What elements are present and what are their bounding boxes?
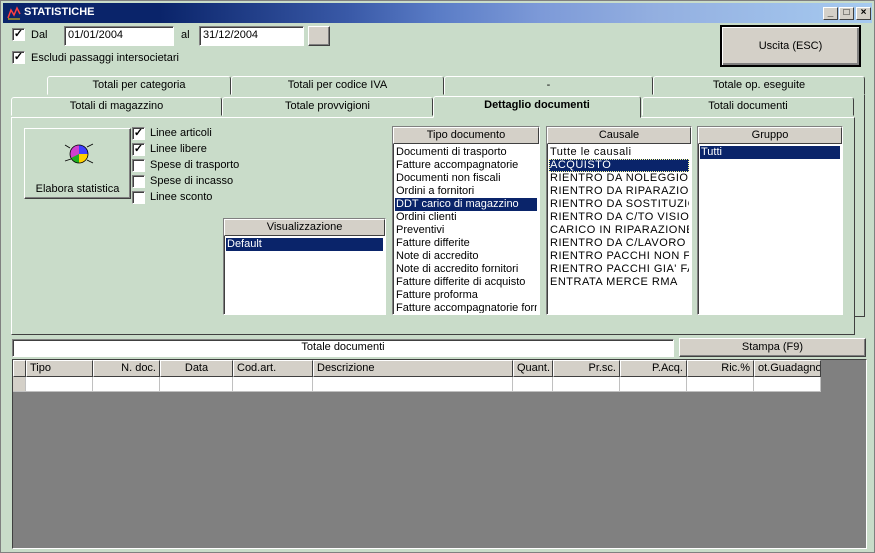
chart-app-icon xyxy=(7,6,21,20)
table-cell[interactable] xyxy=(754,377,821,392)
table-cell[interactable] xyxy=(93,377,160,392)
list-item[interactable]: RIENTRO DA C/TO VISIONE xyxy=(549,211,689,224)
list-item[interactable]: RIENTRO DA RIPARAZIONE xyxy=(549,185,689,198)
table-cell[interactable] xyxy=(313,377,513,392)
option-checkbox-spese-trasporto[interactable] xyxy=(132,159,145,172)
column-header-tipo[interactable]: Tipo xyxy=(26,360,93,377)
elabora-statistica-label: Elabora statistica xyxy=(35,183,120,195)
tab-totali-per-categoria[interactable]: Totali per categoria xyxy=(47,76,231,95)
back-tab-panel-edge xyxy=(854,95,865,317)
gruppo-header: Gruppo xyxy=(698,127,842,144)
dal-label: Dal xyxy=(31,29,48,41)
row-indicator[interactable] xyxy=(13,377,26,392)
tab-totali-di-magazzino[interactable]: Totali di magazzino xyxy=(11,97,222,116)
tab-totali-documenti[interactable]: Totali documenti xyxy=(642,97,854,116)
title-bar[interactable]: STATISTICHE _ □ × xyxy=(3,3,872,23)
pie-chart-icon xyxy=(63,139,95,170)
list-item[interactable]: Ordini clienti xyxy=(395,211,537,224)
maximize-button[interactable]: □ xyxy=(839,7,854,20)
option-checkbox-linee-articoli[interactable]: ✓ xyxy=(132,127,145,140)
column-header-quant[interactable]: Quant. xyxy=(513,360,553,377)
list-item[interactable]: ACQUISTO xyxy=(549,159,689,172)
row-indicator-header xyxy=(13,360,26,377)
column-header-data[interactable]: Data xyxy=(160,360,233,377)
dettaglio-documenti-panel: Elabora statistica ✓ Linee articoli ✓ Li… xyxy=(11,117,855,335)
causale-header: Causale xyxy=(547,127,691,144)
list-item[interactable]: Fatture accompagnatorie forni xyxy=(395,302,537,313)
list-item[interactable]: RIENTRO DA NOLEGGIO xyxy=(549,172,689,185)
column-header-p-acq[interactable]: P.Acq. xyxy=(620,360,687,377)
escludi-label: Escludi passaggi intersocietari xyxy=(31,52,179,64)
list-item[interactable]: RIENTRO PACCHI NON FAT xyxy=(549,250,689,263)
al-label: al xyxy=(181,29,190,41)
list-item[interactable]: Documenti di trasporto xyxy=(395,146,537,159)
visualizzazione-list[interactable]: Visualizzazione Default xyxy=(223,218,386,315)
option-checkbox-linee-libere[interactable]: ✓ xyxy=(132,143,145,156)
tab-dash[interactable]: - xyxy=(444,76,653,95)
option-checkbox-spese-incasso[interactable] xyxy=(132,175,145,188)
option-label-linee-libere: Linee libere xyxy=(150,143,207,155)
close-button[interactable]: × xyxy=(856,7,871,20)
tipo-documento-list[interactable]: Tipo documento Documenti di trasporto Fa… xyxy=(392,126,540,315)
column-header-guadagno[interactable]: ot.Guadagno xyxy=(754,360,821,377)
table-cell[interactable] xyxy=(160,377,233,392)
list-item[interactable]: Fatture differite xyxy=(395,237,537,250)
tipo-documento-header: Tipo documento xyxy=(393,127,539,144)
list-item[interactable]: Note di accredito xyxy=(395,250,537,263)
list-item[interactable]: Note di accredito fornitori xyxy=(395,263,537,276)
list-item[interactable]: Documenti non fiscali xyxy=(395,172,537,185)
window-title: STATISTICHE xyxy=(24,6,95,18)
tab-totale-op-eseguite[interactable]: Totale op. eseguite xyxy=(653,76,865,95)
tab-totale-provvigioni[interactable]: Totale provvigioni xyxy=(222,97,433,116)
table-cell[interactable] xyxy=(513,377,553,392)
list-item[interactable]: Tutti xyxy=(700,146,840,159)
option-label-spese-trasporto: Spese di trasporto xyxy=(150,159,240,171)
tab-dettaglio-documenti[interactable]: Dettaglio documenti xyxy=(433,96,641,118)
tab-totali-per-codice-iva[interactable]: Totali per codice IVA xyxy=(231,76,444,95)
list-item[interactable]: Default xyxy=(226,238,383,251)
escludi-checkbox[interactable]: ✓ xyxy=(12,51,25,64)
column-header-pr-sc[interactable]: Pr.sc. xyxy=(553,360,620,377)
column-header-n-doc[interactable]: N. doc. xyxy=(93,360,160,377)
list-item[interactable]: Ordini a fornitori xyxy=(395,185,537,198)
gruppo-list[interactable]: Gruppo Tutti xyxy=(697,126,843,315)
statistiche-window: STATISTICHE _ □ × ✓ Dal 01/01/2004 al 31… xyxy=(0,0,875,553)
table-cell[interactable] xyxy=(233,377,313,392)
elabora-statistica-button[interactable]: Elabora statistica xyxy=(24,128,131,199)
table-cell[interactable] xyxy=(553,377,620,392)
list-item[interactable]: CARICO IN RIPARAZIONE xyxy=(549,224,689,237)
option-label-linee-sconto: Linee sconto xyxy=(150,191,213,203)
date-picker-button[interactable] xyxy=(308,26,330,46)
exit-button[interactable]: Uscita (ESC) xyxy=(720,25,861,67)
stampa-button[interactable]: Stampa (F9) xyxy=(679,338,866,357)
table-cell[interactable] xyxy=(26,377,93,392)
minimize-button[interactable]: _ xyxy=(823,7,838,20)
list-item[interactable]: RIENTRO DA SOSTITUZIONE xyxy=(549,198,689,211)
causale-list[interactable]: Causale Tutte le causali ACQUISTO RIENTR… xyxy=(546,126,692,315)
documents-grid[interactable]: Tipo N. doc. Data Cod.art. Descrizione Q… xyxy=(12,359,867,549)
list-item[interactable]: Preventivi xyxy=(395,224,537,237)
table-cell[interactable] xyxy=(620,377,687,392)
option-label-spese-incasso: Spese di incasso xyxy=(150,175,234,187)
list-item[interactable]: Fatture differite di acquisto xyxy=(395,276,537,289)
option-label-linee-articoli: Linee articoli xyxy=(150,127,212,139)
list-item[interactable]: Fatture accompagnatorie xyxy=(395,159,537,172)
list-item[interactable]: ENTRATA MERCE RMA xyxy=(549,276,689,289)
list-item[interactable]: Fatture proforma xyxy=(395,289,537,302)
column-header-ric[interactable]: Ric.% xyxy=(687,360,754,377)
date-to-field[interactable]: 31/12/2004 xyxy=(199,26,304,46)
list-item[interactable]: RIENTRO DA C/LAVORO xyxy=(549,237,689,250)
totale-documenti-field: Totale documenti xyxy=(12,339,674,357)
dal-checkbox[interactable]: ✓ xyxy=(12,28,25,41)
table-cell[interactable] xyxy=(687,377,754,392)
list-item[interactable]: DDT carico di magazzino xyxy=(395,198,537,211)
visualizzazione-header: Visualizzazione xyxy=(224,219,385,236)
column-header-descrizione[interactable]: Descrizione xyxy=(313,360,513,377)
date-from-field[interactable]: 01/01/2004 xyxy=(64,26,174,46)
list-item[interactable]: RIENTRO PACCHI GIA' FATT xyxy=(549,263,689,276)
column-header-cod-art[interactable]: Cod.art. xyxy=(233,360,313,377)
list-item[interactable]: Tutte le causali xyxy=(549,146,689,159)
option-checkbox-linee-sconto[interactable] xyxy=(132,191,145,204)
